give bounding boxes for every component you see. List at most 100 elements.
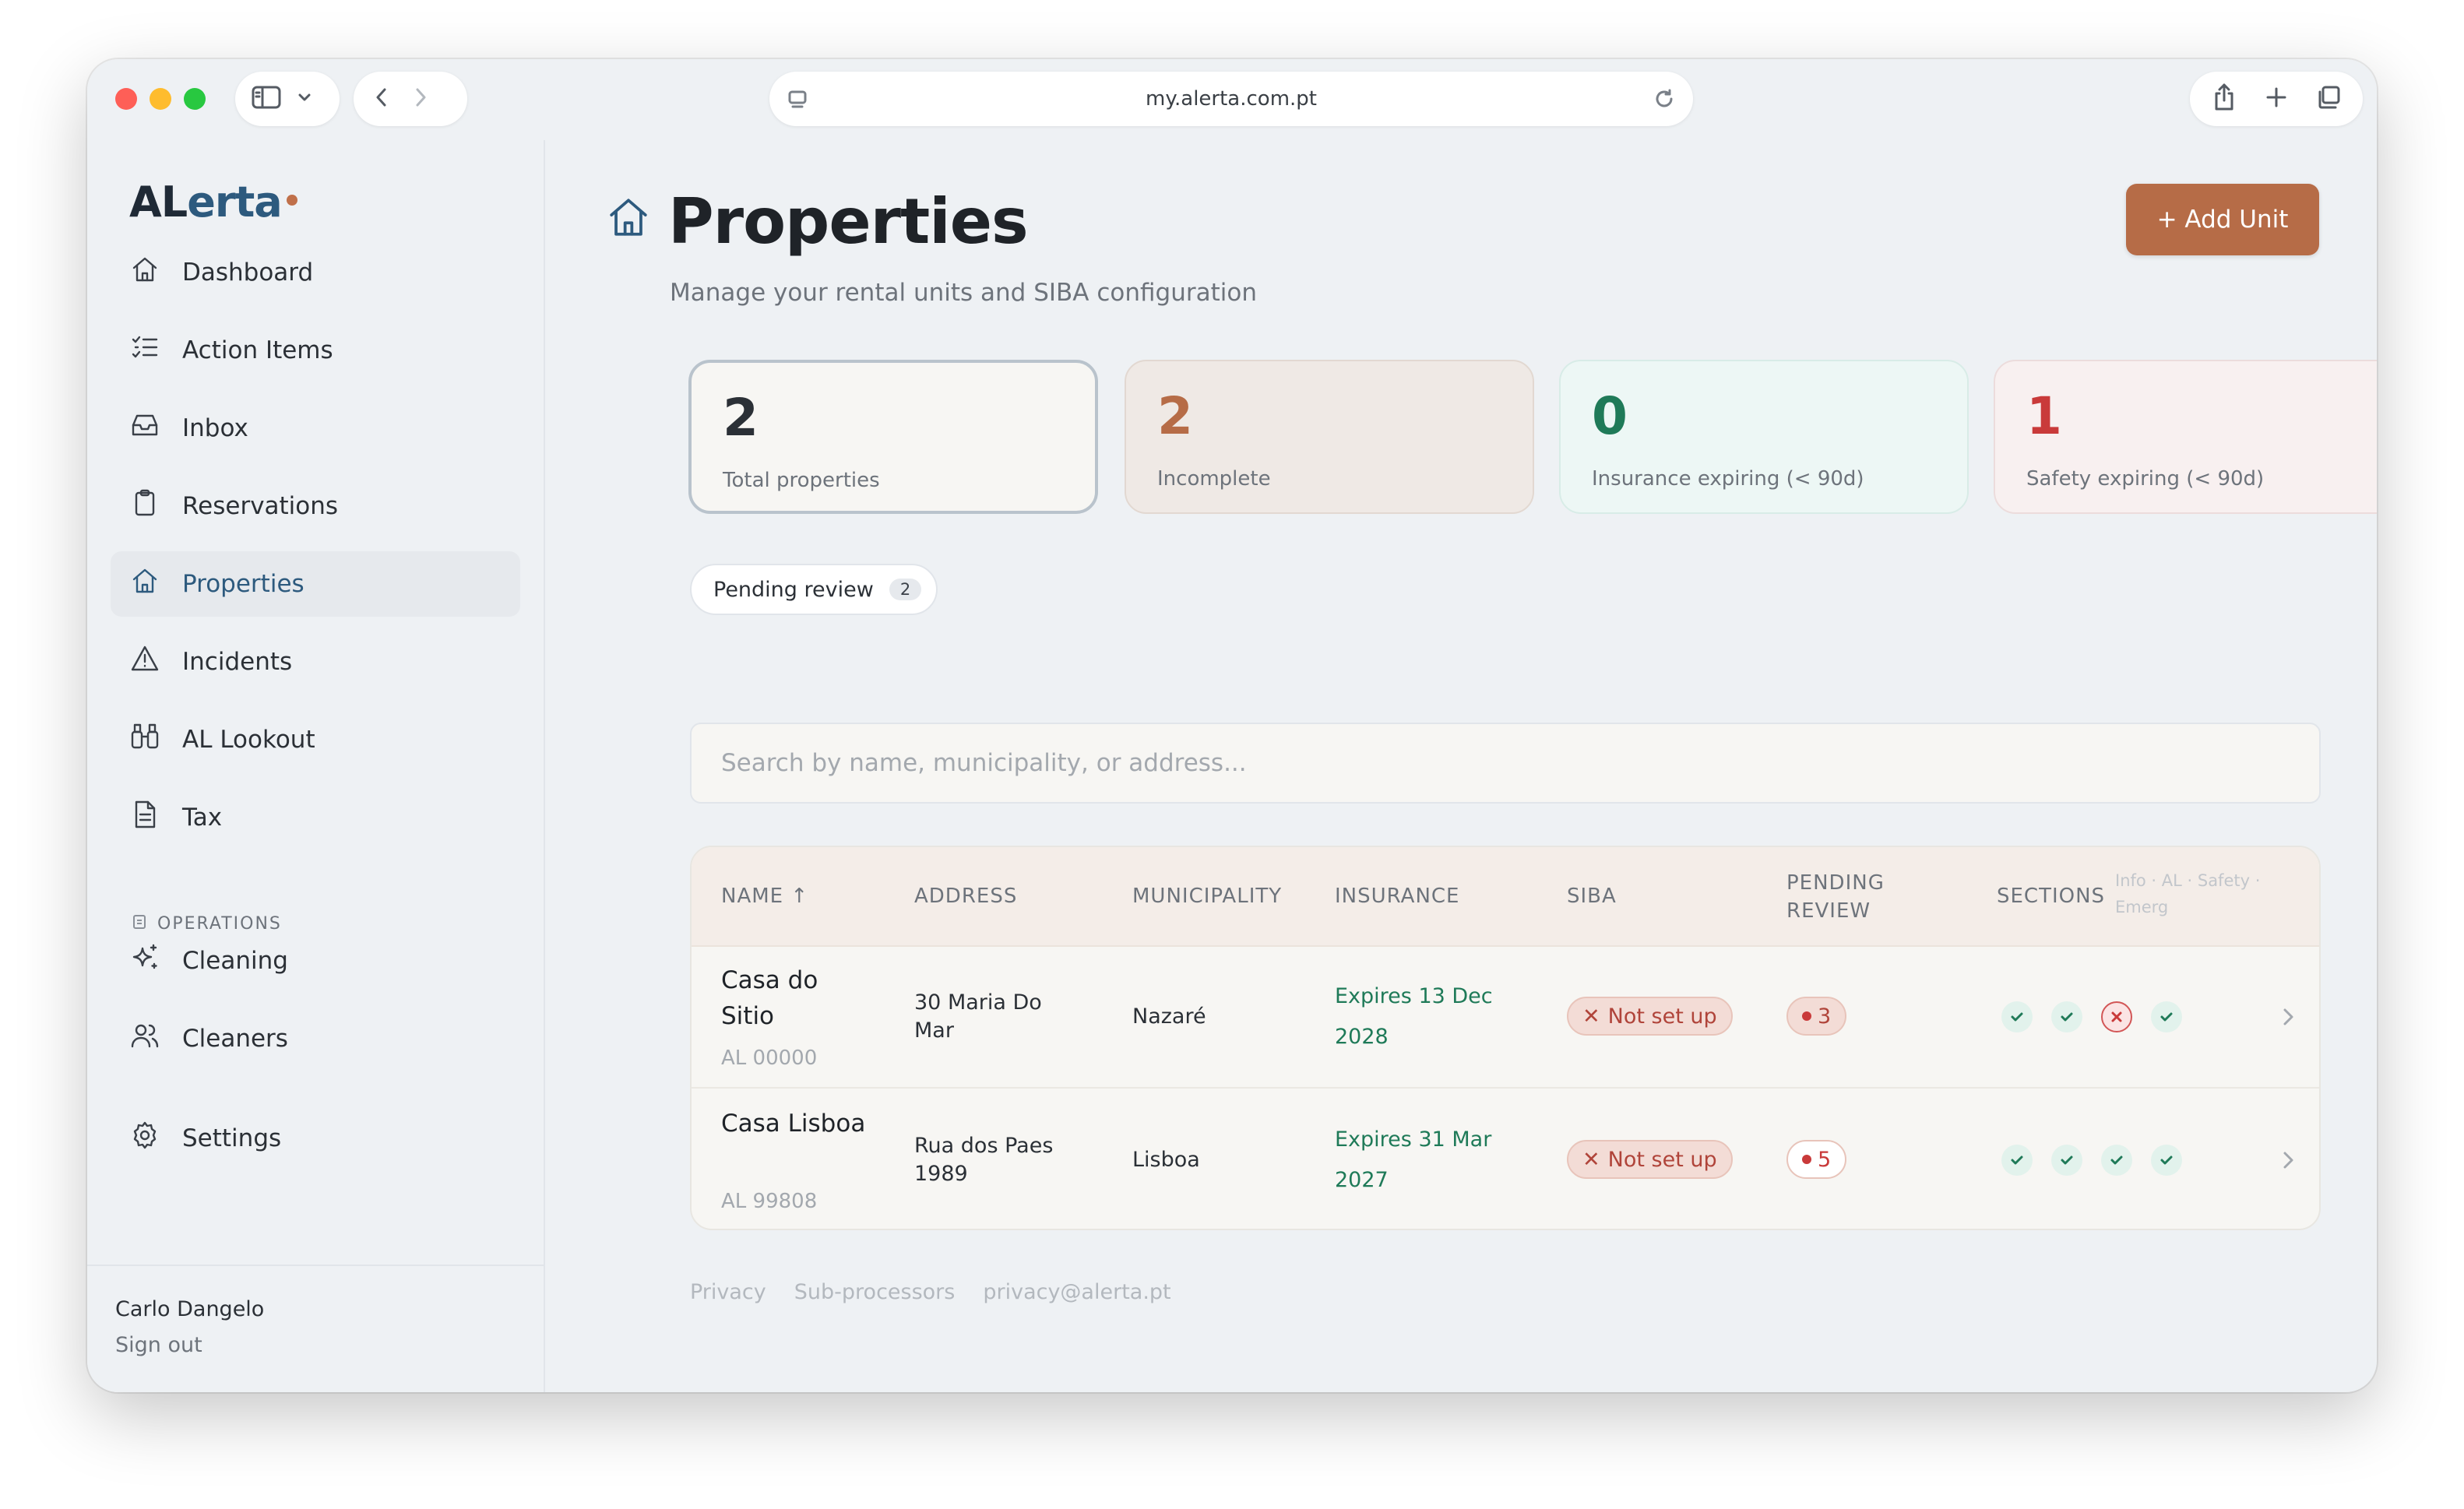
chevron-right-icon[interactable]: [2277, 1006, 2299, 1031]
alerta-logo[interactable]: ALerta: [129, 178, 297, 227]
status-dot: [1802, 1155, 1811, 1164]
sidebar-item-cleaning[interactable]: Cleaning: [111, 928, 520, 994]
page-title: Properties: [668, 185, 1029, 258]
section-al-check-icon: [2051, 1001, 2082, 1032]
gear-icon: [129, 1120, 160, 1157]
section-al-check-icon: [2051, 1145, 2082, 1176]
url-text: my.alerta.com.pt: [1146, 87, 1317, 111]
privacy-link[interactable]: Privacy: [690, 1280, 766, 1304]
property-address: 30 Maria Do Mar: [914, 990, 1042, 1043]
tab-overview-icon[interactable]: [2315, 84, 2342, 114]
sidebar-item-cleaners[interactable]: Cleaners: [111, 1006, 520, 1071]
home-icon: [129, 254, 160, 291]
sidebar-item-dashboard[interactable]: Dashboard: [111, 240, 520, 305]
stat-label: Safety expiring (< 90d): [2026, 467, 2265, 491]
column-header-name[interactable]: NAME ↑: [721, 885, 808, 908]
sidebar-item-action-items[interactable]: Action Items: [111, 318, 520, 383]
user-panel: Carlo Dangelo Sign out: [87, 1265, 544, 1392]
warning-icon: [129, 643, 160, 681]
stat-value: 2: [1157, 386, 1193, 446]
sidebar-item-label: Incidents: [182, 648, 293, 676]
inbox-icon: [129, 410, 160, 447]
sign-out-link[interactable]: Sign out: [115, 1333, 202, 1357]
reload-icon[interactable]: [1653, 87, 1676, 114]
user-name: Carlo Dangelo: [115, 1297, 265, 1321]
siba-status-label: Not set up: [1607, 1147, 1717, 1172]
close-icon: ✕: [1582, 1147, 1600, 1172]
property-name: Casa do Sitio: [721, 966, 818, 1030]
status-dot: [1802, 1011, 1811, 1021]
sidebar-item-al-lookout[interactable]: AL Lookout: [111, 707, 520, 772]
section-emerg-check-icon: [2151, 1145, 2182, 1176]
stat-card-safety-expiring[interactable]: 1 Safety expiring (< 90d): [1994, 360, 2377, 514]
stat-card-incomplete[interactable]: 2 Incomplete: [1125, 360, 1534, 514]
chevron-right-icon[interactable]: [2277, 1149, 2299, 1174]
browser-window: my.alerta.com.pt ALerta Dashboard Action…: [87, 59, 2377, 1392]
properties-table: NAME ↑ ADDRESS MUNICIPALITY INSURANCE SI…: [690, 846, 2321, 1230]
browser-actions: [2190, 72, 2363, 126]
siba-status-badge: ✕ Not set up: [1567, 997, 1733, 1036]
checklist-icon: [129, 332, 160, 369]
zoom-window-button[interactable]: [184, 88, 206, 110]
table-row[interactable]: Casa Lisboa AL 99808 Rua dos Paes 1989 L…: [692, 1090, 2319, 1229]
privacy-email-link[interactable]: privacy@alerta.pt: [983, 1280, 1170, 1304]
add-unit-button[interactable]: + Add Unit: [2126, 184, 2319, 255]
forward-icon[interactable]: [411, 86, 430, 112]
sidebar-item-settings[interactable]: Settings: [111, 1106, 520, 1171]
sidebar-item-label: Dashboard: [182, 259, 314, 287]
sidebar-item-inbox[interactable]: Inbox: [111, 396, 520, 461]
minimize-window-button[interactable]: [150, 88, 171, 110]
subprocessors-link[interactable]: Sub-processors: [794, 1280, 956, 1304]
search-field[interactable]: [690, 723, 2321, 804]
pending-review-filter-chip[interactable]: Pending review 2: [690, 564, 938, 615]
sidebar: ALerta Dashboard Action Items Inbox Rese…: [87, 140, 545, 1392]
sidebar-item-incidents[interactable]: Incidents: [111, 629, 520, 695]
stat-label: Insurance expiring (< 90d): [1592, 467, 1864, 491]
sidebar-item-label: Cleaners: [182, 1025, 288, 1053]
property-address: Rua dos Paes 1989: [914, 1134, 1054, 1186]
share-icon[interactable]: [2211, 83, 2237, 115]
column-header-address: ADDRESS: [914, 885, 1018, 908]
column-header-sections: SECTIONS: [1997, 885, 2106, 908]
home-icon: [129, 565, 160, 603]
chip-label: Pending review: [713, 577, 874, 602]
pending-count: 3: [1818, 1004, 1832, 1029]
column-header-pending-review: PENDING REVIEW: [1786, 871, 1885, 923]
address-bar[interactable]: my.alerta.com.pt: [769, 72, 1693, 126]
section-info-check-icon: [2001, 1145, 2033, 1176]
back-icon[interactable]: [372, 86, 391, 112]
property-name: Casa Lisboa: [721, 1110, 866, 1138]
new-tab-icon[interactable]: [2264, 85, 2289, 113]
sidebar-item-label: Reservations: [182, 492, 339, 520]
property-code: AL 00000: [721, 1046, 818, 1070]
sidebar-item-label: Cleaning: [182, 947, 288, 975]
logo-dot: [286, 195, 297, 206]
property-code: AL 99808: [721, 1190, 818, 1213]
sidebar-item-label: AL Lookout: [182, 726, 315, 754]
pending-review-badge: 3: [1786, 997, 1847, 1036]
search-input[interactable]: [721, 749, 2319, 777]
close-window-button[interactable]: [115, 88, 137, 110]
close-icon: ✕: [1582, 1004, 1600, 1029]
stat-label: Total properties: [723, 469, 880, 492]
stat-value: 0: [1592, 386, 1628, 446]
table-header: NAME ↑ ADDRESS MUNICIPALITY INSURANCE SI…: [692, 847, 2319, 947]
sidebar-toggle-button[interactable]: [235, 72, 340, 126]
chevron-down-icon[interactable]: [296, 89, 313, 109]
table-row[interactable]: Casa do Sitio AL 00000 30 Maria Do Mar N…: [692, 947, 2319, 1089]
sidebar-item-tax[interactable]: Tax: [111, 785, 520, 850]
section-info-check-icon: [2001, 1001, 2033, 1032]
main-content: Properties Manage your rental units and …: [547, 140, 2377, 1392]
sidebar-item-label: Tax: [182, 804, 223, 832]
stat-label: Incomplete: [1157, 467, 1271, 491]
stat-card-total-properties[interactable]: 2 Total properties: [688, 360, 1098, 514]
footer-links: Privacy Sub-processors privacy@alerta.pt: [690, 1280, 1171, 1304]
home-icon: [606, 195, 651, 243]
pending-count: 5: [1818, 1147, 1832, 1172]
sidebar-item-reservations[interactable]: Reservations: [111, 473, 520, 539]
browser-toolbar: my.alerta.com.pt: [87, 59, 2377, 140]
logo-text-al: AL: [129, 178, 188, 227]
page-subtitle: Manage your rental units and SIBA config…: [670, 279, 1257, 307]
stat-card-insurance-expiring[interactable]: 0 Insurance expiring (< 90d): [1559, 360, 1969, 514]
sidebar-item-properties[interactable]: Properties: [111, 551, 520, 617]
